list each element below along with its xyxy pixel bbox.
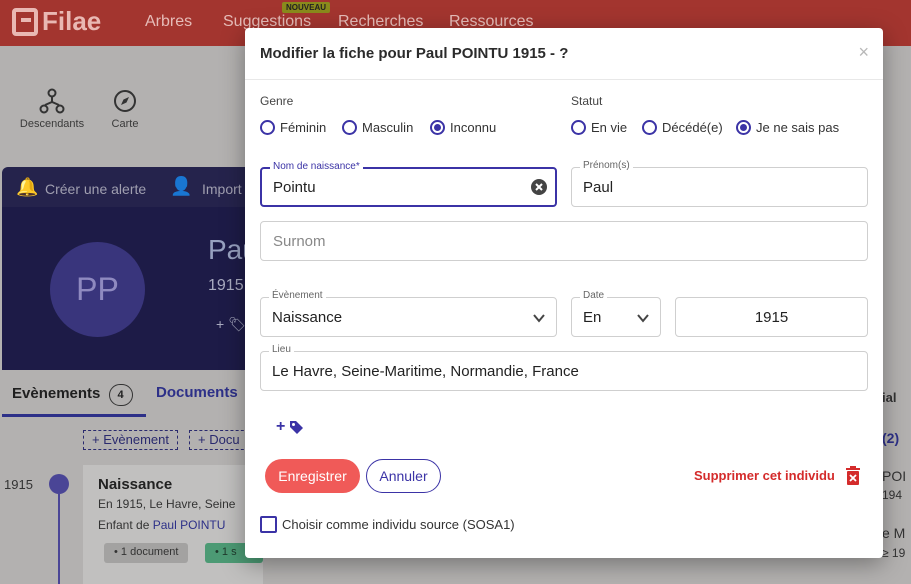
profile-actions-bar: 🔔 Créer une alerte 👤 Import <box>2 167 262 207</box>
trash-icon <box>845 466 860 485</box>
evenement-label: Évènement <box>269 290 326 301</box>
lieu-value: Le Havre, Seine-Maritime, Normandie, Fra… <box>272 363 579 380</box>
toolbar-carte[interactable]: Carte <box>85 88 165 130</box>
event-parent-prefix: Enfant de <box>98 518 153 532</box>
toolbar-descendants-label: Descendants <box>19 118 85 130</box>
right-col-text-3: POI <box>882 468 907 484</box>
genre-inconnu-label: Inconnu <box>450 120 497 135</box>
radio-icon <box>342 120 357 135</box>
right-col-text-2[interactable]: (2) <box>882 430 899 446</box>
brand-name: Filae <box>42 6 102 36</box>
surnom-field[interactable]: Surnom <box>260 221 868 261</box>
evenement-value: Naissance <box>272 309 343 326</box>
profile-years: 1915 <box>208 277 244 294</box>
right-col-text-4: 194 <box>882 488 903 502</box>
event-title: Naissance <box>98 476 173 493</box>
nouveau-badge: NOUVEAU <box>282 2 331 13</box>
filae-logo[interactable]: Filae <box>12 6 101 37</box>
cancel-button[interactable]: Annuler <box>366 459 441 493</box>
tab-documents[interactable]: Documents <box>156 384 238 401</box>
event-parent: Enfant de Paul POINTU <box>98 518 225 532</box>
radio-icon <box>260 120 275 135</box>
statut-decede-label: Décédé(e) <box>662 120 723 135</box>
bell-plus-icon: 🔔 <box>16 177 39 197</box>
chevron-down-icon <box>637 314 649 323</box>
prenom-field[interactable]: Prénom(s) Paul <box>571 160 868 207</box>
statut-inconnu-radio[interactable]: Je ne sais pas <box>736 120 839 135</box>
nom-naissance-value: Pointu <box>273 179 316 196</box>
create-alert-button[interactable]: Créer une alerte <box>45 181 146 197</box>
modal-header: Modifier la fiche pour Paul POINTU 1915 … <box>245 28 883 80</box>
parent-link[interactable]: Paul POINTU <box>153 518 226 532</box>
nom-naissance-label: Nom de naissance* <box>270 161 363 172</box>
chevron-down-icon <box>533 314 545 323</box>
date-input[interactable]: 1915 <box>675 297 868 337</box>
prenom-value: Paul <box>583 179 614 196</box>
statut-label: Statut <box>571 94 603 108</box>
checkbox-icon <box>260 516 277 533</box>
tree-descendants-icon <box>39 88 65 114</box>
right-col-text-5: e M <box>882 525 906 541</box>
statut-en-vie-radio[interactable]: En vie <box>571 120 627 135</box>
radio-checked-icon <box>736 120 751 135</box>
statut-en-vie-label: En vie <box>591 120 628 135</box>
lieu-field[interactable]: Lieu Le Havre, Seine-Maritime, Normandie… <box>260 344 868 391</box>
tag-icon: 🏷 <box>228 316 246 332</box>
save-button[interactable]: Enregistrer <box>265 459 360 493</box>
lieu-label: Lieu <box>269 344 294 355</box>
prenom-label: Prénom(s) <box>580 160 633 171</box>
genre-inconnu-radio[interactable]: Inconnu <box>430 120 496 135</box>
evenement-select[interactable]: Évènement Naissance <box>260 290 557 337</box>
tab-evenements[interactable]: Evènements 4 <box>12 384 133 406</box>
genre-masculin-label: Masculin <box>362 120 414 135</box>
date-label: Date <box>580 290 608 301</box>
tab-evenements-count: 4 <box>108 384 133 406</box>
genre-feminin-radio[interactable]: Féminin <box>260 120 326 135</box>
statut-inconnu-label: Je ne sais pas <box>756 120 840 135</box>
statut-decede-radio[interactable]: Décédé(e) <box>642 120 723 135</box>
date-qualifier-select[interactable]: Date En <box>571 290 661 337</box>
surnom-placeholder: Surnom <box>273 233 326 250</box>
profile-add-tag[interactable]: + 🏷 <box>216 316 246 333</box>
tab-evenements-label: Evènements <box>12 385 101 402</box>
add-tag-button[interactable]: + <box>276 418 304 436</box>
sosa-checkbox[interactable]: Choisir comme individu source (SOSA1) <box>260 516 515 533</box>
timeline-year: 1915 <box>4 477 33 492</box>
timeline-dot <box>49 474 69 494</box>
delete-person-button[interactable]: Supprimer cet individu <box>694 466 861 485</box>
genre-feminin-label: Féminin <box>280 120 327 135</box>
timeline-line <box>58 494 60 584</box>
toolbar-descendants[interactable]: Descendants <box>12 88 92 130</box>
radio-checked-icon <box>430 120 445 135</box>
import-button[interactable]: Import <box>202 181 242 197</box>
event-description: En 1915, Le Havre, Seine <box>98 497 236 511</box>
right-col-text-1: ial <box>882 390 897 405</box>
user-plus-icon: 👤 <box>170 176 193 196</box>
date-qualifier-value: En <box>583 309 602 326</box>
sosa-label: Choisir comme individu source (SOSA1) <box>282 517 515 532</box>
radio-icon <box>571 120 586 135</box>
genre-masculin-radio[interactable]: Masculin <box>342 120 413 135</box>
date-value: 1915 <box>754 309 789 326</box>
document-pill[interactable]: • 1 document <box>104 543 189 563</box>
clear-input-icon[interactable] <box>531 179 547 195</box>
nav-arbres[interactable]: Arbres <box>145 13 192 31</box>
add-tag-plus: + <box>276 418 286 435</box>
radio-icon <box>642 120 657 135</box>
add-document-button[interactable]: + Docu <box>189 430 249 450</box>
filae-logo-icon <box>12 7 38 36</box>
profile-add-tag-label: + <box>216 316 225 332</box>
compass-icon <box>114 90 136 112</box>
add-event-button[interactable]: + Evènement <box>83 430 178 450</box>
nom-naissance-field[interactable]: Nom de naissance* Pointu <box>260 161 557 207</box>
avatar: PP <box>50 242 145 337</box>
modal-title: Modifier la fiche pour Paul POINTU 1915 … <box>260 45 569 62</box>
delete-person-label: Supprimer cet individu <box>694 468 835 483</box>
right-col-text-6: ≥ 19 <box>882 546 906 560</box>
close-icon[interactable]: × <box>858 42 869 63</box>
toolbar-carte-label: Carte <box>111 118 139 130</box>
tag-icon <box>290 420 304 434</box>
genre-label: Genre <box>260 94 294 108</box>
active-tab-indicator <box>2 414 146 417</box>
